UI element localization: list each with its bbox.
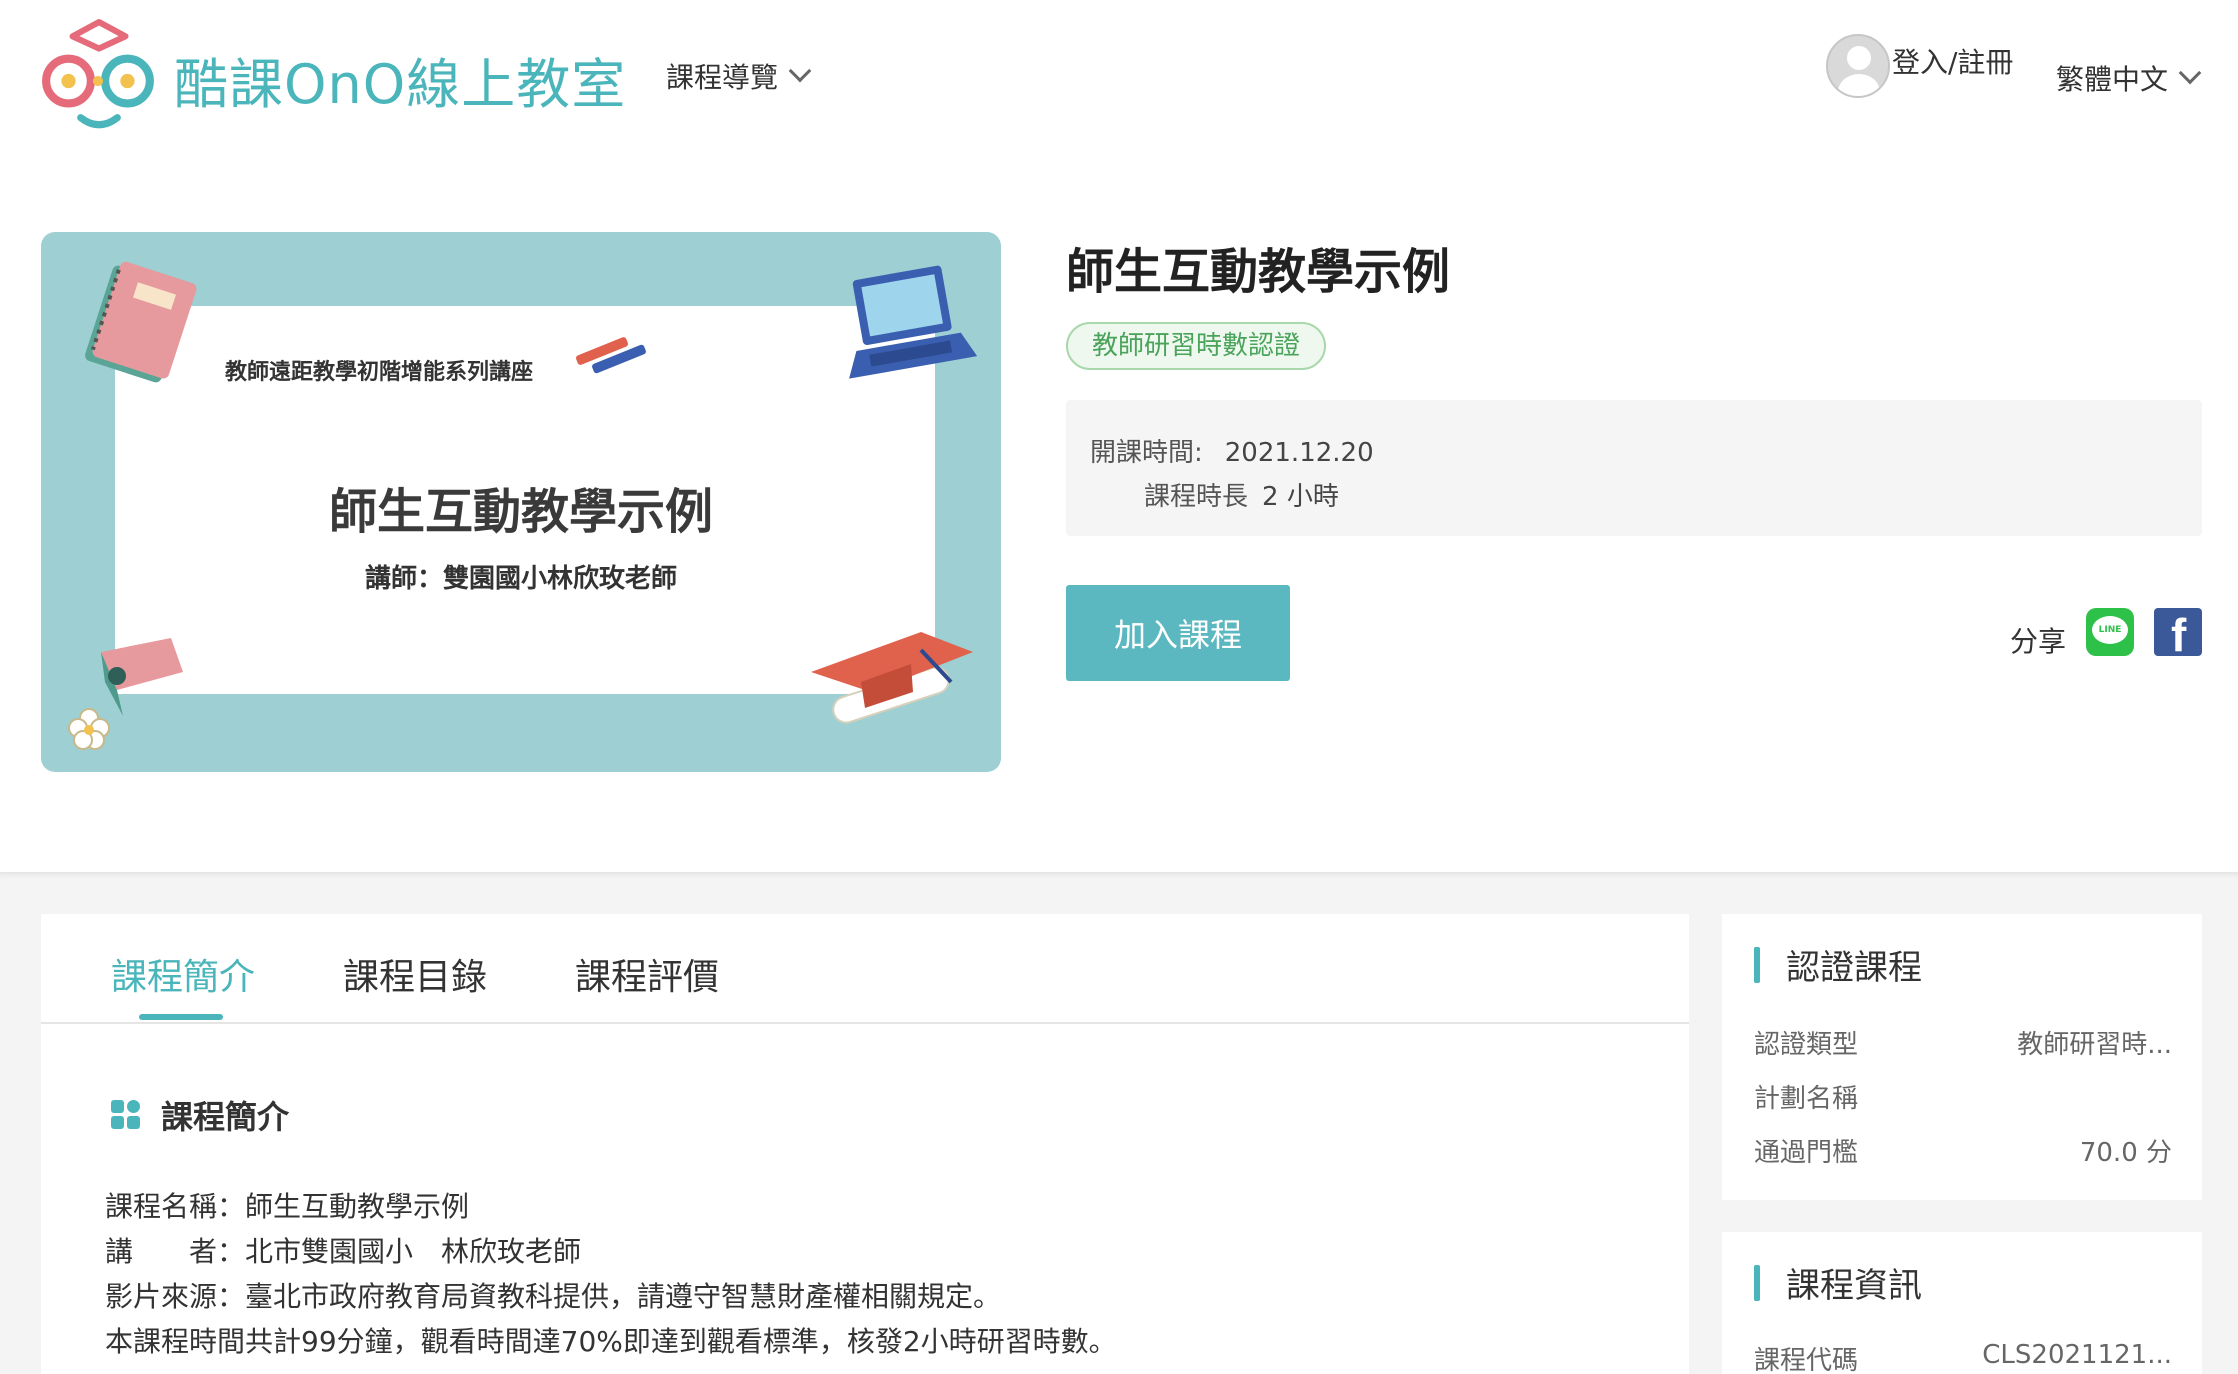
sharpener-icon — [68, 638, 183, 750]
course-info-title: 課程資訊 — [1786, 1266, 1922, 1306]
join-course-button[interactable]: 加入課程 — [1066, 585, 1290, 681]
duration-row: 課程時長 2 小時 — [1144, 476, 1339, 513]
cover-title: 師生互動教學示例 — [328, 484, 713, 540]
chevron-down-icon — [788, 59, 812, 83]
certification-heading: 認證課程 — [1754, 940, 1922, 989]
intro-line: 影片來源：臺北市政府教育局資教科提供，請遵守智慧財產權相關規定。 — [105, 1280, 1002, 1313]
cert-row-label: 通過門檻 — [1754, 1138, 1859, 1168]
intro-description: 課程名稱：師生互動教學示例 講 者：北市雙園國小 林欣玫老師 影片來源：臺北市政… — [105, 1184, 1117, 1364]
share-label: 分享 — [2010, 625, 2067, 658]
course-browse-label: 課程導覽 — [666, 61, 779, 94]
cert-row-label: 認證類型 — [1754, 1030, 1859, 1060]
facebook-f-glyph: f — [2171, 609, 2187, 656]
start-date-label: 開課時間: — [1090, 438, 1203, 468]
certification-panel: 認證課程 認證類型 教師研習時... 計劃名稱 通過門檻 70.0 分 — [1722, 914, 2202, 1200]
certification-title: 認證課程 — [1786, 948, 1922, 988]
info-row-value: CLS2021121... — [1982, 1340, 2172, 1370]
duration-value: 2 小時 — [1262, 482, 1339, 512]
cert-row-value: 70.0 分 — [2079, 1138, 2172, 1168]
intro-line: 講 者：北市雙園國小 林欣玫老師 — [105, 1235, 582, 1268]
crayons-icon — [575, 337, 646, 374]
tab-intro[interactable]: 課程簡介 — [111, 948, 255, 1000]
line-icon-text: LINE — [2098, 625, 2122, 635]
language-selector[interactable]: 繁體中文 — [2056, 58, 2202, 98]
course-tabs: 課程簡介 課程目錄 課程評價 — [41, 914, 1689, 1024]
intro-line: 課程名稱：師生互動教學示例 — [105, 1190, 470, 1223]
course-cover-image: 教師遠距教學初階增能系列講座 師生互動教學示例 講師：雙園國小林欣玫老師 — [41, 232, 1001, 772]
facebook-share-icon[interactable]: f — [2154, 608, 2202, 656]
user-avatar-icon — [1826, 34, 1890, 98]
line-share-icon[interactable]: LINE — [2086, 608, 2134, 656]
chevron-down-icon — [2178, 61, 2202, 85]
cert-row-threshold: 通過門檻 70.0 分 — [1754, 1132, 2172, 1169]
cert-row-type: 認證類型 教師研習時... — [1754, 1024, 2172, 1061]
intro-line: 本課程時間共計99分鐘，觀看時間達70%即達到觀看標準，核發2小時研習時數。 — [105, 1325, 1117, 1358]
tab-catalog[interactable]: 課程目錄 — [343, 948, 487, 1000]
info-row-code: 課程代碼 CLS2021121... — [1754, 1340, 2172, 1374]
top-header: 酷課OnO線上教室 課程導覽 登入/註冊 繁體中文 — [0, 0, 2238, 160]
heading-accent-bar — [1754, 1264, 1760, 1301]
cert-row-plan: 計劃名稱 — [1754, 1078, 2172, 1115]
duration-label: 課程時長 — [1144, 482, 1249, 512]
course-meta-box: 開課時間: 2021.12.20 課程時長 2 小時 — [1066, 400, 2202, 536]
grid-icon — [111, 1100, 141, 1130]
cert-row-label: 計劃名稱 — [1754, 1084, 1859, 1114]
login-register-label: 登入/註冊 — [1892, 46, 2014, 79]
site-logo[interactable]: 酷課OnO線上教室 — [38, 18, 626, 140]
tab-reviews[interactable]: 課程評價 — [575, 948, 719, 1000]
course-info-heading: 課程資訊 — [1754, 1258, 1922, 1307]
language-label: 繁體中文 — [2056, 63, 2169, 96]
certification-badge: 教師研習時數認證 — [1066, 322, 1327, 370]
active-tab-indicator — [139, 1014, 223, 1020]
cover-teacher: 講師：雙園國小林欣玫老師 — [364, 564, 677, 594]
login-register-link[interactable]: 登入/註冊 — [1826, 34, 2013, 98]
course-browse-menu[interactable]: 課程導覽 — [666, 56, 812, 96]
cert-row-value: 教師研習時... — [2017, 1030, 2172, 1060]
laptop-icon — [849, 265, 978, 379]
course-info-panel: 課程資訊 課程代碼 CLS2021121... — [1722, 1232, 2202, 1374]
start-date-row: 開課時間: 2021.12.20 — [1090, 432, 1374, 469]
notebook-icon — [85, 261, 197, 383]
course-title: 師生互動教學示例 — [1066, 244, 1451, 300]
logo-owl-icon — [42, 19, 154, 129]
intro-heading: 課程簡介 — [111, 1092, 289, 1138]
start-date-value: 2021.12.20 — [1224, 438, 1374, 468]
cover-series-text: 教師遠距教學初階增能系列講座 — [225, 360, 534, 385]
course-detail-panel: 課程簡介 課程目錄 課程評價 課程簡介 課程名稱：師生互動教學示例 講 者：北市… — [41, 914, 1689, 1374]
intro-heading-text: 課程簡介 — [161, 1098, 290, 1136]
logo-text: 酷課OnO線上教室 — [174, 52, 627, 116]
heading-accent-bar — [1754, 946, 1760, 983]
info-row-label: 課程代碼 — [1754, 1346, 1859, 1374]
graduation-cap-icon — [811, 632, 973, 724]
